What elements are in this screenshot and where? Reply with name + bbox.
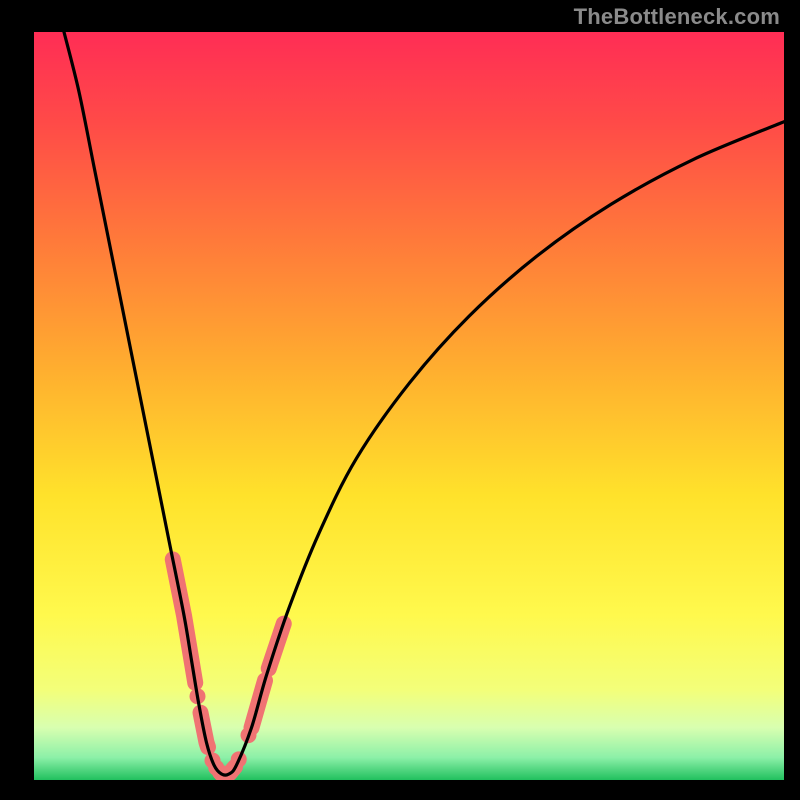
chart-area (34, 32, 784, 780)
watermark-label: TheBottleneck.com (574, 4, 780, 30)
gradient-background (34, 32, 784, 780)
bottleneck-chart (34, 32, 784, 780)
